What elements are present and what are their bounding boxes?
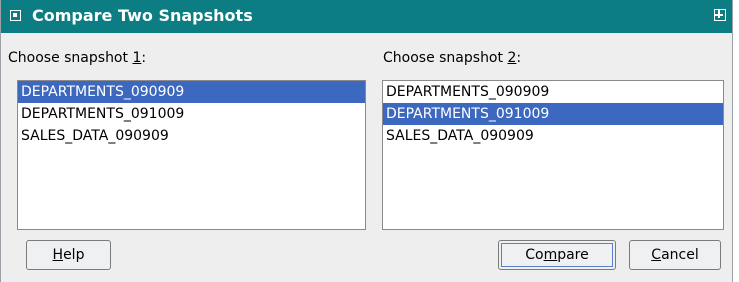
cancel-button[interactable]: Cancel: [629, 240, 721, 270]
snapshot-2-list[interactable]: DEPARTMENTS_090909 DEPARTMENTS_091009 SA…: [382, 80, 724, 230]
list-item[interactable]: DEPARTMENTS_091009: [18, 103, 365, 125]
maximize-icon[interactable]: [714, 9, 726, 21]
window-menu-icon[interactable]: [10, 10, 21, 21]
compare-button[interactable]: Compare: [498, 240, 616, 270]
list-item[interactable]: SALES_DATA_090909: [18, 125, 365, 147]
snapshot-1-list[interactable]: DEPARTMENTS_090909 DEPARTMENTS_091009 SA…: [17, 80, 366, 230]
title-bar[interactable]: Compare Two Snapshots: [1, 0, 732, 33]
list-item[interactable]: DEPARTMENTS_090909: [383, 81, 723, 103]
list-item[interactable]: DEPARTMENTS_091009: [383, 103, 723, 125]
window-title: Compare Two Snapshots: [32, 6, 253, 25]
snapshot-1-label: Choose snapshot 1:: [8, 50, 147, 66]
list-item[interactable]: DEPARTMENTS_090909: [18, 81, 365, 103]
help-button[interactable]: Help: [26, 240, 111, 270]
compare-snapshots-dialog: Compare Two Snapshots Choose snapshot 1:…: [0, 0, 733, 282]
list-item[interactable]: SALES_DATA_090909: [383, 125, 723, 147]
snapshot-2-label: Choose snapshot 2:: [383, 50, 522, 66]
